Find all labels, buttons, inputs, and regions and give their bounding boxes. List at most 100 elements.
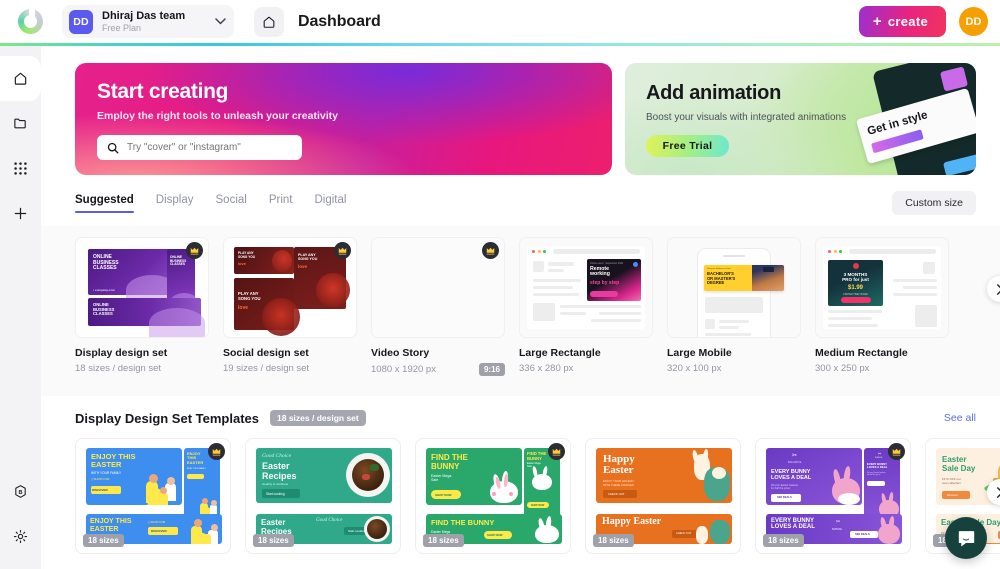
browser-dot-yellow	[537, 250, 541, 253]
premium-crown-icon	[548, 443, 565, 460]
plus-icon: +	[872, 13, 882, 30]
browser-dot-green	[839, 250, 842, 253]
free-trial-button[interactable]: Free Trial	[646, 135, 729, 157]
suggested-card-subtitle-text: 18 sizes / design set	[75, 363, 162, 374]
suggested-card[interactable]: PLAY ANY SONG YOU love PLAY ANY SONG YOU l…	[223, 237, 357, 376]
team-name: Dhiraj Das team	[102, 9, 186, 22]
suggested-thumbnail-display-set[interactable]: ONLINE BUSINESS CLASSES ▪ company.com ONLI…	[75, 237, 209, 338]
category-tabs: Suggested Display Social Print Digital	[75, 194, 346, 213]
template-search[interactable]	[97, 135, 302, 160]
search-input[interactable]	[127, 142, 292, 153]
suggested-card[interactable]: Get your diploma on-line BACHELOR'S OR MA…	[667, 237, 801, 376]
template-sizes-badge: 18 sizes	[83, 534, 124, 547]
browser-url-bar	[552, 249, 640, 254]
template-art-main: ENJOY THIS EASTER WITH YOUR FAMILY DISCOV…	[86, 448, 182, 505]
sidebar-item-create[interactable]	[0, 191, 41, 236]
templates-title: Display Design Set Templates	[75, 410, 259, 426]
suggested-card-subtitle-text: 19 sizes / design set	[223, 363, 310, 374]
premium-crown-icon	[888, 443, 905, 460]
suggested-thumbnail-large-rectangle[interactable]: Online event · September 2021 Remote work…	[519, 237, 653, 338]
template-card-happy-easter[interactable]: Happy Easter ENJOY YOUR HOLIDAY WITH THESE…	[585, 438, 741, 554]
display-set-art-banner: ONLINE BUSINESS CLASSES	[88, 298, 205, 337]
browser-body: Online event · September 2021 Remote work…	[527, 257, 645, 331]
templates-badge: 18 sizes / design set	[270, 410, 366, 426]
tab-print[interactable]: Print	[269, 194, 293, 213]
folder-icon	[14, 118, 26, 129]
suggested-card-subtitle: 300 x 250 px	[815, 363, 949, 374]
sidebar-item-settings[interactable]	[0, 514, 41, 559]
template-card-enjoy-this-easter[interactable]: ENJOY THIS EASTER WITH YOUR FAMILY DISCOV…	[75, 438, 231, 554]
create-button[interactable]: + create	[858, 6, 946, 37]
suggested-card-title: Social design set	[223, 347, 309, 359]
display-set-art-wide: ONLINE BUSINESS CLASSES ▪ company.com	[88, 249, 178, 305]
chat-launcher-button[interactable]	[945, 517, 987, 559]
sidebar-item-apps[interactable]	[0, 146, 41, 191]
sidebar-item-home[interactable]	[0, 56, 41, 101]
browser-dot-red	[532, 250, 535, 253]
suggested-thumbnail-social-set[interactable]: PLAY ANY SONG YOU love PLAY ANY SONG YOU l…	[223, 237, 357, 338]
tab-suggested[interactable]: Suggested	[75, 194, 134, 213]
browser-dot-red	[828, 250, 831, 253]
template-art: ENJOY THIS EASTER WITH YOUR FAMILY DISCOV…	[86, 448, 222, 544]
display-set-art: ONLINE BUSINESS CLASSES ▪ company.com ONLI…	[84, 247, 205, 337]
browser-titlebar	[823, 246, 941, 257]
tab-social[interactable]: Social	[216, 194, 247, 213]
ad-creative-3-months-pro: 3 MONTHS PRO for just $1.99 LIMITED TIME …	[828, 260, 883, 306]
suggested-card-subtitle: 18 sizes / design set	[75, 363, 209, 374]
browser-url-bar	[848, 249, 936, 254]
suggested-thumbnail-medium-rectangle[interactable]: 3 MONTHS PRO for just $1.99 LIMITED TIME …	[815, 237, 949, 338]
template-card-every-bunny-loves-a-deal[interactable]: ✂ SCHOOL EVERY BUNNY LOVES A DEAL Fill yo…	[755, 438, 911, 554]
home-button[interactable]	[254, 6, 284, 37]
chevron-right-icon	[996, 486, 1000, 498]
suggested-card[interactable]: 3 MONTHS PRO for just $1.99 LIMITED TIME …	[815, 237, 949, 376]
page-title: Dashboard	[298, 12, 381, 30]
brand-logo[interactable]	[8, 9, 52, 34]
gradient-divider	[0, 43, 1000, 46]
animation-promo-art: Get in style	[854, 63, 976, 175]
team-switcher[interactable]: DD Dhiraj Das team Free Plan	[62, 5, 234, 38]
template-art-main: Happy Easter ENJOY YOUR HOLIDAY WITH THESE…	[596, 448, 732, 503]
browser-dot-green	[543, 250, 546, 253]
suggested-thumbnail-video-story[interactable]	[371, 237, 505, 338]
main-content: Start creating Employ the right tools to…	[41, 46, 1000, 569]
user-avatar[interactable]: DD	[959, 7, 988, 36]
tab-display[interactable]: Display	[156, 194, 194, 213]
browser-dot-yellow	[833, 250, 837, 253]
plus-icon	[14, 207, 27, 220]
phone-mockup: Get your diploma on-line BACHELOR'S OR MA…	[697, 248, 784, 337]
suggested-card[interactable]: ONLINE BUSINESS CLASSES ▪ company.com ONLI…	[75, 237, 209, 376]
ad-creative-bachelors-degree: Get your diploma on-line BACHELOR'S OR MA…	[704, 265, 784, 291]
suggested-card-subtitle-text: 1080 x 1920 px	[371, 364, 436, 375]
template-sizes-badge: 18 sizes	[763, 534, 804, 547]
suggested-card[interactable]: Video Story 1080 x 1920 px 9:16	[371, 237, 505, 376]
svg-text:B: B	[18, 490, 22, 496]
sidebar-item-folder[interactable]	[0, 101, 41, 146]
suggested-card-subtitle: 320 x 100 px	[667, 363, 801, 374]
home-icon	[263, 16, 275, 28]
see-all-link[interactable]: See all	[944, 412, 976, 424]
suggested-card-subtitle-text: 336 x 280 px	[519, 363, 574, 374]
template-card-find-the-bunny[interactable]: FIND THEBUNNY Easter MegaSale SHOP NOW	[415, 438, 571, 554]
chat-bubble-icon	[958, 530, 974, 547]
premium-crown-icon	[208, 443, 225, 460]
suggested-card-row: ONLINE BUSINESS CLASSES ▪ company.com ONLI…	[41, 237, 1000, 376]
aspect-ratio-badge: 9:16	[478, 363, 505, 376]
template-card-easter-recipes[interactable]: Good Choice Easter Recipes Healthy & nutr…	[245, 438, 401, 554]
suggested-card-subtitle-text: 300 x 250 px	[815, 363, 870, 374]
suggested-card-subtitle: 1080 x 1920 px 9:16	[371, 363, 505, 376]
template-art-main: Good Choice Easter Recipes Healthy & nutr…	[256, 448, 392, 503]
suggested-card-title: Large Mobile	[667, 347, 732, 359]
team-plan: Free Plan	[102, 23, 142, 34]
search-icon	[107, 142, 119, 153]
suggested-thumbnail-large-mobile[interactable]: Get your diploma on-line BACHELOR'S OR MA…	[667, 237, 801, 338]
gear-icon	[13, 529, 28, 544]
suggested-card[interactable]: Online event · September 2021 Remote work…	[519, 237, 653, 376]
template-art: Happy Easter ENJOY YOUR HOLIDAY WITH THESE…	[596, 448, 732, 544]
sidebar-bottom: B	[0, 469, 41, 559]
sidebar-item-brand-kit[interactable]: B	[0, 469, 41, 514]
suggested-card-title: Large Rectangle	[519, 347, 601, 359]
tab-digital[interactable]: Digital	[315, 194, 347, 213]
template-art-main: FIND THE BUNNY Easter Mega Sale SHOP NOW	[426, 448, 522, 505]
suggested-card-subtitle: 19 sizes / design set	[223, 363, 357, 374]
custom-size-button[interactable]: Custom size	[892, 191, 976, 215]
